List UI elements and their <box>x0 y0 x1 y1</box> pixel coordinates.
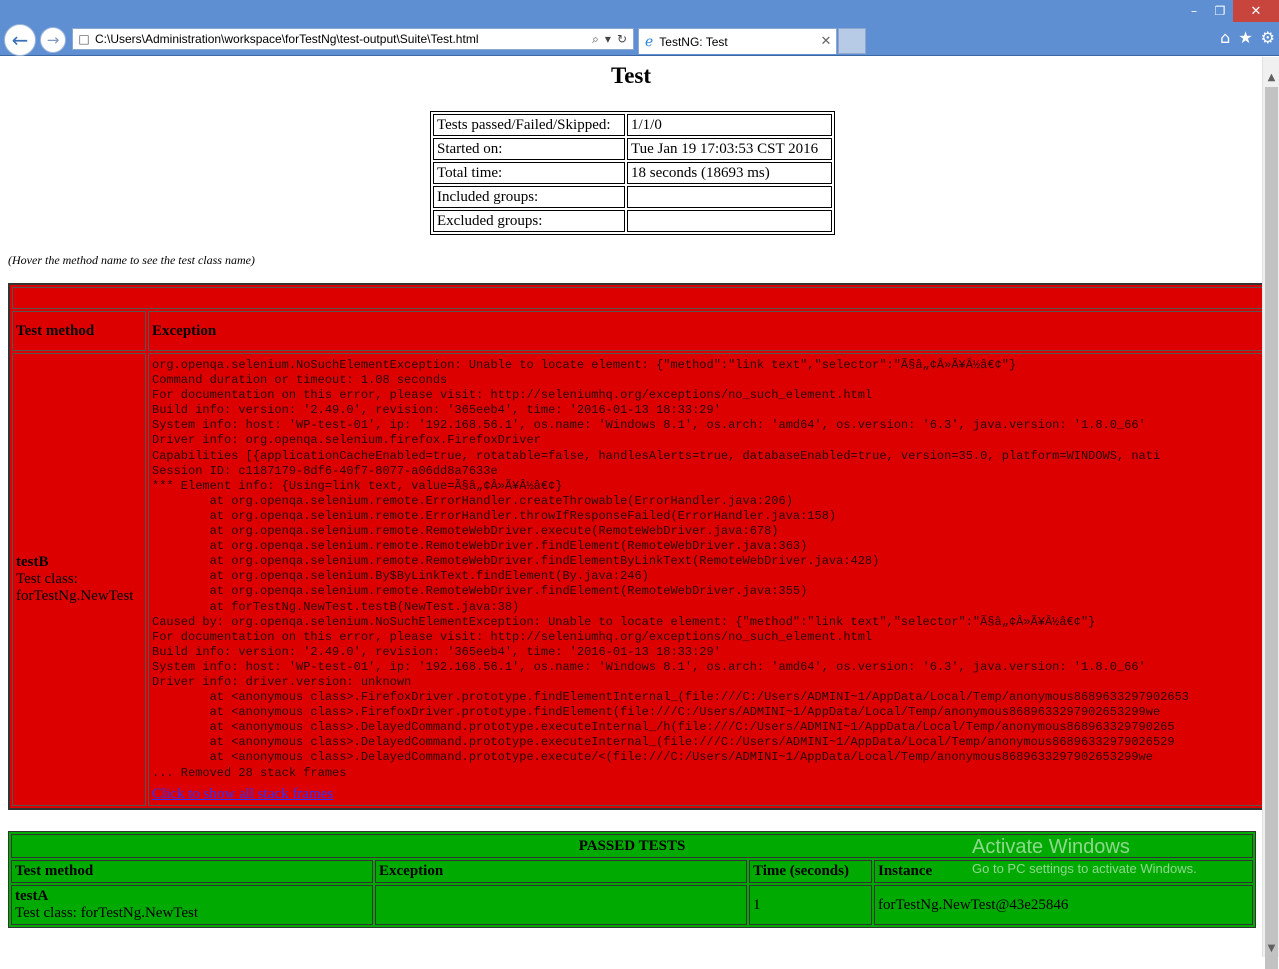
browser-tab[interactable]: ℯ TestNG: Test ✕ <box>638 28 837 54</box>
passed-instance-cell: forTestNg.NewTest@43e25846 <box>874 885 1253 925</box>
scroll-up-icon[interactable]: ▲ <box>1263 69 1279 86</box>
watermark-subtitle: Go to PC settings to activate Windows. <box>972 861 1197 876</box>
failed-tests-table: Test method Exception testB Test class: … <box>8 283 1262 810</box>
summary-row: Total time: 18 seconds (18693 ms) <box>433 162 832 184</box>
summary-row: Tests passed/Failed/Skipped: 1/1/0 <box>433 114 832 136</box>
failed-caption-row <box>12 287 1262 309</box>
watermark-title: Activate Windows <box>972 836 1130 858</box>
failed-class-name: forTestNg.NewTest <box>16 587 134 604</box>
scroll-thumb[interactable] <box>1265 87 1278 969</box>
browser-toolbar-icons: ⌂ ★ ⚙ <box>1220 28 1275 47</box>
summary-table: Tests passed/Failed/Skipped: 1/1/0 Start… <box>430 111 835 235</box>
show-stack-frames-link[interactable]: Click to show all stack frames <box>152 786 1262 803</box>
summary-row: Started on: Tue Jan 19 17:03:53 CST 2016 <box>433 138 832 160</box>
header-test-method: Test method <box>11 860 373 883</box>
close-window-icon[interactable]: ✕ <box>1233 0 1279 22</box>
arrow-right-icon: → <box>46 30 60 49</box>
failed-method-cell: testB Test class: forTestNg.NewTest <box>12 353 146 806</box>
header-test-method: Test method <box>12 311 146 351</box>
failed-method-name[interactable]: testB <box>16 554 142 571</box>
summary-value: 1/1/0 <box>627 114 832 136</box>
passed-method-name[interactable]: testA <box>15 888 369 905</box>
vertical-scrollbar[interactable]: ▲ ▼ <box>1262 57 1279 969</box>
passed-exception-cell <box>375 885 747 925</box>
failed-header-row: Test method Exception <box>12 311 1262 351</box>
search-icon[interactable]: ⌕ <box>592 32 599 47</box>
home-icon[interactable]: ⌂ <box>1220 28 1230 47</box>
hover-hint: (Hover the method name to see the test c… <box>8 253 255 267</box>
address-bar[interactable]: □ C:\Users\Administration\workspace\forT… <box>72 28 634 50</box>
stack-trace: org.openqa.selenium.NoSuchElementExcepti… <box>152 358 1189 780</box>
failed-caption <box>12 287 1262 309</box>
dropdown-icon[interactable]: ▾ <box>605 32 611 47</box>
failed-class-label: Test class: <box>16 570 78 587</box>
minimize-icon[interactable]: – <box>1181 0 1207 22</box>
summary-value <box>627 210 832 232</box>
address-url[interactable]: C:\Users\Administration\workspace\forTes… <box>95 32 592 46</box>
passed-method-cell: testA Test class: forTestNg.NewTest <box>11 885 373 925</box>
scroll-down-icon[interactable]: ▼ <box>1263 940 1279 957</box>
restore-icon[interactable]: ❐ <box>1207 0 1233 22</box>
page-title: Test <box>610 63 652 88</box>
summary-value: 18 seconds (18693 ms) <box>627 162 832 184</box>
summary-label: Tests passed/Failed/Skipped: <box>433 114 625 136</box>
summary-label: Excluded groups: <box>433 210 625 232</box>
summary-value <box>627 186 832 208</box>
window-controls: – ❐ ✕ <box>1181 0 1279 22</box>
header-exception: Exception <box>148 311 1262 351</box>
summary-row: Excluded groups: <box>433 210 832 232</box>
arrow-left-icon: ← <box>11 28 29 52</box>
back-button[interactable]: ← <box>4 24 36 56</box>
summary-row: Included groups: <box>433 186 832 208</box>
header-time: Time (seconds) <box>749 860 872 883</box>
passed-test-row: testA Test class: forTestNg.NewTest 1 fo… <box>11 885 1253 925</box>
page-content: Test Tests passed/Failed/Skipped: 1/1/0 … <box>0 57 1262 957</box>
summary-label: Started on: <box>433 138 625 160</box>
refresh-icon[interactable]: ↻ <box>617 32 627 47</box>
failed-test-row: testB Test class: forTestNg.NewTest org.… <box>12 353 1262 806</box>
summary-label: Total time: <box>433 162 625 184</box>
passed-time-cell: 1 <box>749 885 872 925</box>
close-tab-icon[interactable]: ✕ <box>816 34 836 49</box>
page-icon: □ <box>78 32 90 46</box>
tab-title: TestNG: Test <box>659 34 728 49</box>
favorites-star-icon[interactable]: ★ <box>1238 28 1252 47</box>
forward-button[interactable]: → <box>40 27 66 53</box>
header-exception: Exception <box>375 860 747 883</box>
failed-exception-cell: org.openqa.selenium.NoSuchElementExcepti… <box>148 353 1262 806</box>
activate-windows-watermark: Activate Windows Go to PC settings to ac… <box>972 836 1197 876</box>
settings-gear-icon[interactable]: ⚙ <box>1261 28 1275 47</box>
ie-logo-icon: ℯ <box>645 33 654 50</box>
summary-value: Tue Jan 19 17:03:53 CST 2016 <box>627 138 832 160</box>
new-tab-button[interactable] <box>838 28 866 54</box>
browser-chrome: – ❐ ✕ ← → □ C:\Users\Administration\work… <box>0 0 1279 56</box>
summary-label: Included groups: <box>433 186 625 208</box>
passed-class-label: Test class: forTestNg.NewTest <box>15 905 199 921</box>
